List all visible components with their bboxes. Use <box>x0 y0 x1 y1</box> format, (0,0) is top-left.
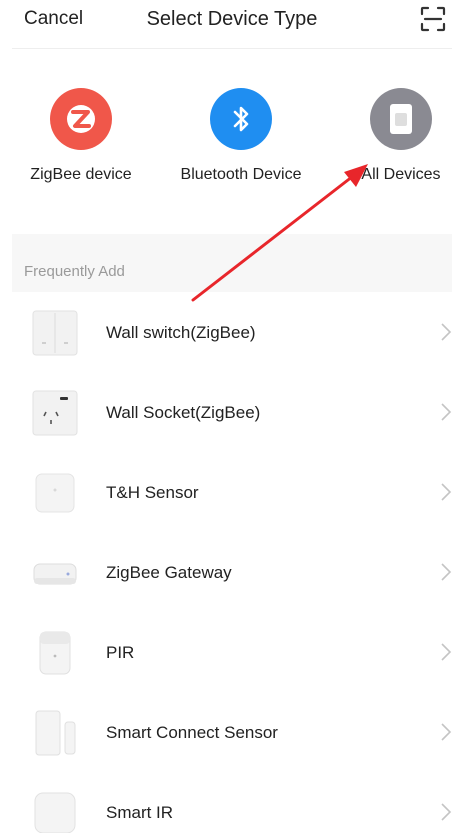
list-item-wall-switch[interactable]: Wall switch(ZigBee) <box>0 294 464 374</box>
header: Cancel Select Device Type <box>0 0 464 44</box>
scan-icon[interactable] <box>420 6 446 32</box>
th-sensor-icon <box>35 473 75 513</box>
frequently-add-header: Frequently Add <box>12 234 452 292</box>
device-name: PIR <box>106 643 135 662</box>
all-devices-icon <box>370 88 432 150</box>
device-name: Smart Connect Sensor <box>106 723 278 742</box>
category-label: ZigBee device <box>30 166 132 183</box>
device-name: ZigBee Gateway <box>106 563 232 582</box>
chevron-right-icon <box>441 723 452 741</box>
list-item-th-sensor[interactable]: T&H Sensor <box>0 454 464 534</box>
device-categories: ZigBee device Bluetooth Device All Devic… <box>0 88 464 198</box>
section-label: Frequently Add <box>24 263 125 280</box>
page-title: Select Device Type <box>146 8 318 30</box>
zigbee-icon <box>50 88 112 150</box>
device-name: T&H Sensor <box>106 483 199 502</box>
gateway-icon <box>33 563 77 585</box>
chevron-right-icon <box>441 643 452 661</box>
device-name: Smart IR <box>106 803 174 822</box>
bluetooth-icon <box>210 88 272 150</box>
wall-socket-icon <box>32 390 78 436</box>
device-name: Wall Socket(ZigBee) <box>106 403 261 422</box>
pir-icon <box>39 631 71 675</box>
list-item-smart-connect-sensor[interactable]: Smart Connect Sensor <box>0 694 464 774</box>
header-divider <box>12 48 452 49</box>
chevron-right-icon <box>441 563 452 581</box>
chevron-right-icon <box>441 483 452 501</box>
device-name: Wall switch(ZigBee) <box>106 323 256 342</box>
category-zigbee-device[interactable]: ZigBee device <box>6 88 156 184</box>
wall-switch-icon <box>32 310 78 356</box>
category-label: Bluetooth Device <box>180 166 302 183</box>
list-item-zigbee-gateway[interactable]: ZigBee Gateway <box>0 534 464 614</box>
chevron-right-icon <box>441 803 452 821</box>
category-label: All Devices <box>361 166 441 183</box>
select-device-type-screen: Cancel Select Device Type ZigBee device <box>0 0 464 833</box>
category-bluetooth-device[interactable]: Bluetooth Device <box>166 88 316 184</box>
list-item-wall-socket[interactable]: Wall Socket(ZigBee) <box>0 374 464 454</box>
category-all-devices[interactable]: All Devices <box>326 88 464 184</box>
chevron-right-icon <box>441 403 452 421</box>
smart-ir-icon <box>34 792 76 833</box>
list-item-smart-ir[interactable]: Smart IR <box>0 774 464 833</box>
device-list: Wall switch(ZigBee) Wall Socket(ZigBee) <box>0 294 464 833</box>
door-sensor-icon <box>35 710 76 756</box>
list-item-pir[interactable]: PIR <box>0 614 464 694</box>
chevron-right-icon <box>441 323 452 341</box>
